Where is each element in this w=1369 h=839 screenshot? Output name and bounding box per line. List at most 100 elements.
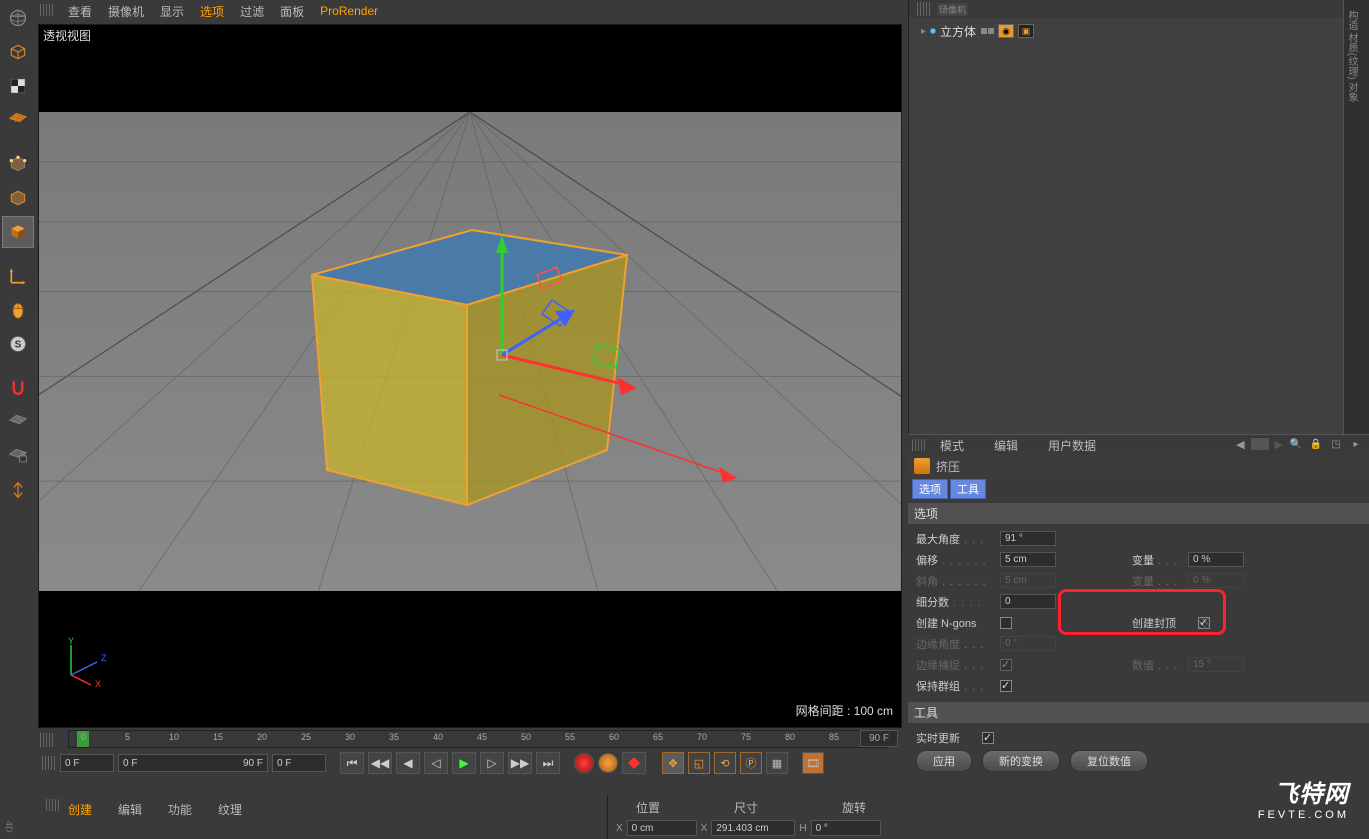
subdiv-field[interactable]: 0 bbox=[1000, 594, 1056, 609]
nudge-tool[interactable] bbox=[2, 474, 34, 506]
play-back-button[interactable]: ◁ bbox=[424, 752, 448, 774]
record-button[interactable] bbox=[574, 753, 594, 773]
keep-groups-label: 保持群组 . . . bbox=[916, 678, 994, 694]
max-angle-label: 最大角度 . . . bbox=[916, 531, 994, 547]
var1-label: 变量 . . . bbox=[1132, 552, 1182, 568]
s-tool[interactable]: S bbox=[2, 328, 34, 360]
attr-title: 挤压 bbox=[908, 455, 1369, 477]
var1-field[interactable]: 0 % bbox=[1188, 552, 1244, 567]
attr-tab-tool[interactable]: 工具 bbox=[950, 479, 986, 499]
film-icon[interactable]: 🎞 bbox=[802, 752, 824, 774]
cube-object[interactable] bbox=[307, 205, 657, 535]
menu-display[interactable]: 显示 bbox=[152, 0, 192, 23]
menu-options[interactable]: 选项 bbox=[192, 0, 232, 23]
corner-label: 4D bbox=[4, 821, 14, 833]
keyframe-sel-button[interactable] bbox=[622, 752, 646, 774]
lock-icon[interactable]: 🔒 bbox=[1309, 437, 1323, 451]
bb-tab-function[interactable]: 功能 bbox=[162, 799, 198, 820]
search-icon[interactable]: 🔍 bbox=[1289, 437, 1303, 451]
menu-panel[interactable]: 面板 bbox=[272, 0, 312, 23]
menu-prorender[interactable]: ProRender bbox=[312, 1, 386, 21]
options-grid: 最大角度 . . . 91 ° 偏移 . . . . . . 5 cm 变量 .… bbox=[908, 524, 1369, 700]
param-icon[interactable]: Ⓟ bbox=[740, 752, 762, 774]
menu-filter[interactable]: 过滤 bbox=[232, 0, 272, 23]
prev-frame-button[interactable]: ◀ bbox=[396, 752, 420, 774]
next-key-button[interactable]: ▶▶ bbox=[508, 752, 532, 774]
autokey-button[interactable] bbox=[598, 753, 618, 773]
edge-snap-checkbox bbox=[1000, 659, 1012, 671]
reset-values-button[interactable]: 复位数值 bbox=[1070, 750, 1148, 772]
nav-fwd-icon[interactable]: ▶ bbox=[1275, 438, 1283, 451]
grip-icon bbox=[917, 2, 931, 16]
bb-tab-texture[interactable]: 纹理 bbox=[212, 799, 248, 820]
nav-slider[interactable] bbox=[1251, 438, 1269, 450]
visibility-dots[interactable] bbox=[981, 28, 994, 34]
mouse-tool[interactable] bbox=[2, 294, 34, 326]
edge-angle-field: 0 ° bbox=[1000, 636, 1056, 651]
cube-wire-tool[interactable] bbox=[2, 36, 34, 68]
offset-field[interactable]: 5 cm bbox=[1000, 552, 1056, 567]
uv-tool[interactable] bbox=[2, 70, 34, 102]
menu-camera[interactable]: 摄像机 bbox=[100, 0, 152, 23]
range-slider[interactable]: 0 F90 F bbox=[118, 754, 268, 772]
x-size-field[interactable]: 291.403 cm bbox=[711, 820, 795, 836]
object-tags: ◉ ▣ bbox=[998, 24, 1034, 38]
prev-key-button[interactable]: ◀◀ bbox=[368, 752, 392, 774]
move-icon[interactable]: ✥ bbox=[662, 752, 684, 774]
rotate-icon[interactable]: ⟲ bbox=[714, 752, 736, 774]
nav-back-icon[interactable]: ◀ bbox=[1236, 438, 1244, 451]
keep-groups-checkbox[interactable] bbox=[1000, 680, 1012, 692]
right-sidebar: 构造 材质(纹理) 对象 bbox=[1343, 0, 1369, 434]
timeline-ruler[interactable]: 051015202530354045505560657075808590 bbox=[68, 730, 888, 748]
viewport-3d[interactable]: Y Z X 网格间距 : 100 cm bbox=[39, 25, 901, 727]
attr-menu-edit[interactable]: 编辑 bbox=[986, 434, 1026, 457]
scale-icon[interactable]: ◱ bbox=[688, 752, 710, 774]
func-icon[interactable]: ▸ bbox=[1349, 437, 1363, 451]
snap-tool[interactable] bbox=[2, 372, 34, 404]
edge-mode[interactable] bbox=[2, 182, 34, 214]
play-button[interactable]: ▶ bbox=[452, 752, 476, 774]
create-cap-checkbox[interactable] bbox=[1198, 617, 1210, 629]
tag-2-icon[interactable]: ▣ bbox=[1018, 24, 1034, 38]
x-pos-field[interactable]: 0 cm bbox=[627, 820, 697, 836]
workplane-tool[interactable] bbox=[2, 406, 34, 438]
object-name[interactable]: 立方体 bbox=[940, 23, 976, 40]
svg-text:Z: Z bbox=[101, 653, 107, 663]
first-frame-button[interactable]: ⏮ bbox=[340, 752, 364, 774]
svg-text:S: S bbox=[15, 339, 22, 350]
grip-icon bbox=[912, 439, 926, 451]
object-tree[interactable]: ▸ 立方体 ◉ ▣ bbox=[909, 18, 1344, 44]
new-attr-icon[interactable]: ◳ bbox=[1329, 437, 1343, 451]
edge-snap-label: 边缘捕捉 . . . bbox=[916, 657, 994, 673]
poly-mode[interactable] bbox=[2, 216, 34, 248]
new-transform-button[interactable]: 新的变换 bbox=[982, 750, 1060, 772]
start-frame-field[interactable]: 0 F bbox=[60, 754, 114, 772]
viewport[interactable]: 透视视图 Y bbox=[38, 24, 902, 728]
end-frame-field[interactable]: 0 F bbox=[272, 754, 326, 772]
tag-1-icon[interactable]: ◉ bbox=[998, 24, 1014, 38]
point-mode[interactable] bbox=[2, 148, 34, 180]
apply-button[interactable]: 应用 bbox=[916, 750, 972, 772]
max-angle-field[interactable]: 91 ° bbox=[1000, 531, 1056, 546]
object-manager: 玚像机 ▸ 立方体 ◉ ▣ bbox=[908, 0, 1344, 434]
grid-tool[interactable] bbox=[2, 104, 34, 136]
menu-view[interactable]: 查看 bbox=[60, 0, 100, 23]
h-rot-field[interactable]: 0 ° bbox=[811, 820, 881, 836]
pla-icon[interactable]: ▦ bbox=[766, 752, 788, 774]
globe-tool[interactable] bbox=[2, 2, 34, 34]
bb-tab-create[interactable]: 创建 bbox=[62, 799, 98, 820]
ngons-checkbox[interactable] bbox=[1000, 617, 1012, 629]
bevel-label: 斜角 . . . . . . bbox=[916, 573, 994, 589]
axis-tool[interactable] bbox=[2, 260, 34, 292]
next-frame-button[interactable]: ▷ bbox=[480, 752, 504, 774]
lock-plane-tool[interactable] bbox=[2, 440, 34, 472]
last-frame-button[interactable]: ⏭ bbox=[536, 752, 560, 774]
attr-menu-mode[interactable]: 模式 bbox=[932, 434, 972, 457]
bb-tab-edit[interactable]: 编辑 bbox=[112, 799, 148, 820]
sidebar-labels[interactable]: 构造 材质(纹理) 对象 bbox=[1344, 0, 1359, 102]
attr-tab-options[interactable]: 选项 bbox=[912, 479, 948, 499]
attr-menu-userdata[interactable]: 用户数据 bbox=[1040, 434, 1104, 457]
obj-mgr-tab[interactable]: 玚像机 bbox=[937, 3, 968, 16]
object-row-cube[interactable]: ▸ 立方体 ◉ ▣ bbox=[909, 22, 1344, 40]
realtime-checkbox[interactable] bbox=[982, 732, 994, 744]
